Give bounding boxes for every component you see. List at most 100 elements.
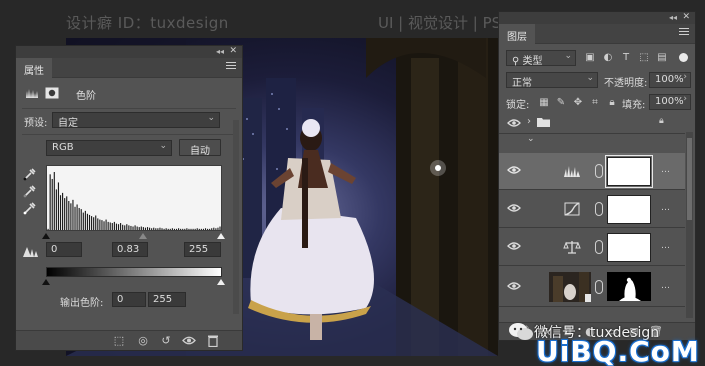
histogram-bar [109,222,111,230]
close-icon[interactable]: ✕ [229,46,237,56]
histogram-bar [103,221,105,230]
histogram-bar [72,199,74,230]
type-filter-icon[interactable]: T [620,52,632,64]
layer-mask-thumbnail[interactable] [605,155,653,188]
visibility-eye-icon[interactable] [507,203,521,213]
properties-tabrow: 属性 [16,58,242,78]
link-icon[interactable] [595,202,603,216]
mask-icon[interactable] [45,87,59,99]
input-white-field[interactable]: 255 [184,242,221,257]
top-right-watermark: UI | 视觉设计 | PS [378,14,502,32]
histogram-bar [202,228,205,230]
output-white-slider[interactable] [217,279,225,285]
visibility-eye-icon[interactable] [507,241,521,251]
tab-properties[interactable]: 属性 [16,58,52,78]
chevron-right-icon[interactable]: › [527,116,531,127]
visibility-eye-icon[interactable] [507,118,521,128]
view-previous-icon[interactable]: ◎ [136,334,150,347]
more-icon[interactable]: … [661,203,670,213]
preset-dropdown[interactable]: 自定 ⌄ [52,112,220,129]
input-black-slider[interactable] [42,233,50,239]
trash-icon[interactable] [206,334,220,347]
layers-scrollbar[interactable] [686,132,693,318]
photo-mask-thumbnail[interactable] [607,272,651,301]
opacity-field[interactable]: 100% › [649,72,691,88]
filter-toggle[interactable] [679,53,688,62]
chevron-down-icon[interactable]: ⌄ [527,134,535,144]
shape-filter-icon[interactable]: ⬚ [638,52,650,64]
lock-all-icon[interactable]: 🔒︎ [606,97,618,109]
levels-icon [26,89,38,98]
channel-dropdown[interactable]: RGB ⌄ [46,140,172,156]
visibility-eye-icon[interactable] [507,165,521,175]
histogram-bar [180,228,182,230]
output-black-slider[interactable] [42,279,50,285]
preset-value: 自定 [58,118,78,129]
histogram-bar [182,228,184,230]
layer-mask-thumbnail[interactable] [607,195,651,224]
chevron-down-icon: › [683,94,687,104]
lock-position-icon[interactable]: ✥ [572,97,584,109]
histogram-bar [192,228,194,230]
scrollbar-thumb[interactable] [687,138,692,220]
histogram-bar [165,228,167,230]
histogram-bar [144,227,147,230]
search-icon: ⚲ [512,56,523,67]
lock-transparent-icon[interactable]: ▦ [538,97,550,109]
link-icon[interactable] [595,164,603,178]
close-icon[interactable]: ✕ [682,12,690,22]
more-icon[interactable]: … [661,281,670,291]
clip-to-layer-icon[interactable]: ⬚ [112,334,126,347]
properties-scrollbar[interactable] [233,120,239,314]
lock-image-icon[interactable]: ✎ [555,97,567,109]
gray-eyedropper-icon[interactable] [23,184,37,198]
properties-footer: ⬚ ◎ ↺ [16,330,242,350]
lock-row: 锁定: ▦ ✎ ✥ ⌗ 🔒︎ 填充: 100% › [504,94,691,111]
white-eyedropper-icon[interactable] [23,201,37,215]
fill-field[interactable]: 100% › [649,94,691,110]
input-white-slider[interactable] [217,233,225,239]
histogram-bar [134,225,136,230]
histogram-bar [76,204,78,230]
visibility-eye-icon[interactable] [182,334,196,347]
layer-row-curves[interactable]: … [499,191,685,228]
histogram-bar [74,206,76,230]
clipping-warning-icon[interactable] [22,244,42,258]
output-white-field[interactable]: 255 [148,292,186,307]
panel-menu-icon[interactable] [679,28,689,37]
output-black-field[interactable]: 0 [112,292,146,307]
more-icon[interactable]: … [661,165,670,175]
input-gamma-field[interactable]: 0.83 [112,242,148,257]
layer-group-row[interactable]: › 🔒︎ [499,112,685,134]
histogram-bar [66,196,68,230]
link-icon[interactable] [595,280,603,294]
histogram-bar [68,201,70,230]
layer-row-color-balance[interactable]: … [499,229,685,266]
more-icon[interactable]: … [661,241,670,251]
black-eyedropper-icon[interactable] [23,167,37,181]
histogram-bar [142,227,144,230]
smart-object-filter-icon[interactable]: ▤ [656,52,668,64]
blend-mode-dropdown[interactable]: 正常 ⌄ [506,72,598,89]
collapse-icon[interactable]: ◂◂ [669,13,677,22]
histogram-bar [101,220,103,230]
layer-row-photo[interactable]: … [499,267,685,307]
layer-row-levels[interactable]: … [499,153,685,190]
histogram-bar [219,226,221,230]
chevron-down-icon: ⌄ [159,141,167,151]
lock-artboard-icon[interactable]: ⌗ [589,97,601,109]
layer-mask-thumbnail[interactable] [607,233,651,262]
input-black-field[interactable]: 0 [46,242,82,257]
link-icon[interactable] [595,240,603,254]
histogram-bar [194,228,196,230]
collapse-icon[interactable]: ◂◂ [216,47,224,56]
input-gamma-slider[interactable] [139,233,147,239]
filter-kind-dropdown[interactable]: ⚲ 类型 ⌄ [506,50,576,67]
reset-icon[interactable]: ↺ [159,334,173,347]
auto-button[interactable]: 自动 [179,139,221,157]
visibility-eye-icon[interactable] [507,281,521,291]
tab-layers[interactable]: 图层 [499,24,535,44]
adjustment-filter-icon[interactable]: ◐ [602,52,614,64]
pixel-filter-icon[interactable]: ▣ [584,52,596,64]
panel-menu-icon[interactable] [226,62,236,71]
